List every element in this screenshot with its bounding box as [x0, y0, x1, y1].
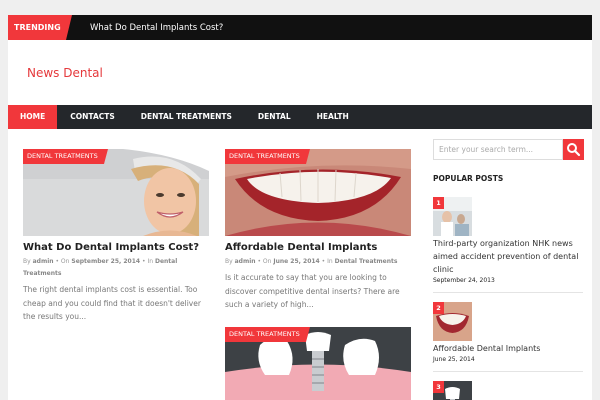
nav-item-health[interactable]: HEALTH — [304, 105, 362, 129]
main-nav: HOME CONTACTS DENTAL TREATMENTS DENTAL H… — [8, 105, 592, 129]
nav-item-dental-treatments[interactable]: DENTAL TREATMENTS — [128, 105, 245, 129]
popular-post-item: 2 Affordable Dental Implants June 25, 20… — [433, 302, 583, 365]
meta-in-label: In — [147, 258, 154, 265]
category-tag[interactable]: DENTAL TREATMENTS — [23, 149, 108, 164]
divider — [433, 371, 583, 372]
post-date: September 25, 2014 — [71, 258, 141, 265]
main-content: DENTAL TREATMENTS What Do Dental Implant… — [8, 129, 592, 400]
popular-post-date: June 25, 2014 — [433, 356, 475, 363]
post-thumbnail-link[interactable]: DENTAL TREATMENTS — [225, 149, 411, 236]
author-link[interactable]: admin — [235, 258, 256, 265]
post-title-link[interactable]: Affordable Dental Implants — [225, 241, 411, 254]
popular-post-thumbnail-link[interactable]: 3 — [433, 381, 472, 400]
popular-post-title-link[interactable]: Third-party organization NHK news aimed … — [433, 237, 583, 276]
popular-post-title-link[interactable]: Affordable Dental Implants — [433, 342, 583, 355]
popular-post-item: 1 Third-party organization NHK news aime… — [433, 197, 583, 286]
category-tag[interactable]: DENTAL TREATMENTS — [225, 327, 310, 342]
search-input[interactable]: Enter your search term... — [433, 139, 563, 160]
folder-icon: • — [321, 258, 326, 265]
meta-in-label: In — [327, 258, 333, 265]
popular-post-thumbnail-link[interactable]: 1 — [433, 197, 472, 236]
search-icon — [567, 143, 581, 157]
popular-posts-heading: POPULAR POSTS — [433, 174, 504, 183]
category-tag[interactable]: DENTAL TREATMENTS — [225, 149, 310, 164]
trending-label: TRENDING — [8, 15, 72, 40]
meta-on-label: On — [262, 258, 272, 265]
popular-post-thumbnail-link[interactable]: 2 — [433, 302, 472, 341]
site-title-link[interactable]: News Dental — [27, 66, 103, 80]
nav-item-dental[interactable]: DENTAL — [245, 105, 304, 129]
meta-on-label: On — [60, 258, 70, 265]
rank-badge: 2 — [433, 302, 444, 314]
popular-post-date: September 24, 2013 — [433, 277, 495, 284]
meta-by-label: By — [23, 258, 31, 265]
nav-item-home[interactable]: HOME — [8, 105, 58, 129]
popular-post-item: 3 — [433, 381, 583, 400]
trending-headline-link[interactable]: What Do Dental Implants Cost? — [90, 23, 223, 33]
post-card: DENTAL TREATMENTS Affordable Dental Impl… — [225, 149, 411, 312]
nav-item-contacts[interactable]: CONTACTS — [57, 105, 128, 129]
post-excerpt: The right dental implants cost is essent… — [23, 285, 201, 321]
post-card: DENTAL TREATMENTS — [225, 327, 411, 400]
post-thumbnail-link[interactable]: DENTAL TREATMENTS — [225, 327, 411, 400]
rank-badge: 1 — [433, 197, 444, 209]
calendar-icon: • — [55, 258, 59, 265]
post-thumbnail-link[interactable]: DENTAL TREATMENTS — [23, 149, 209, 236]
post-meta: By admin • On September 25, 2014 • In De… — [23, 256, 209, 280]
divider — [433, 292, 583, 293]
trending-bar: TRENDING What Do Dental Implants Cost? — [8, 15, 592, 40]
meta-by-label: By — [225, 258, 233, 265]
post-meta: By admin • On June 25, 2014 • In Dental … — [225, 256, 411, 268]
rank-badge: 3 — [433, 381, 444, 393]
post-card: DENTAL TREATMENTS What Do Dental Implant… — [23, 149, 209, 324]
category-link[interactable]: Dental Treatments — [335, 258, 398, 265]
author-link[interactable]: admin — [33, 258, 54, 265]
post-date: June 25, 2014 — [273, 258, 320, 265]
folder-icon: • — [142, 258, 146, 265]
search-button[interactable] — [563, 139, 584, 160]
calendar-icon: • — [257, 258, 261, 265]
post-excerpt: Is it accurate to say that you are looki… — [225, 273, 400, 309]
post-title-link[interactable]: What Do Dental Implants Cost? — [23, 241, 209, 254]
site-header: News Dental — [8, 40, 592, 105]
